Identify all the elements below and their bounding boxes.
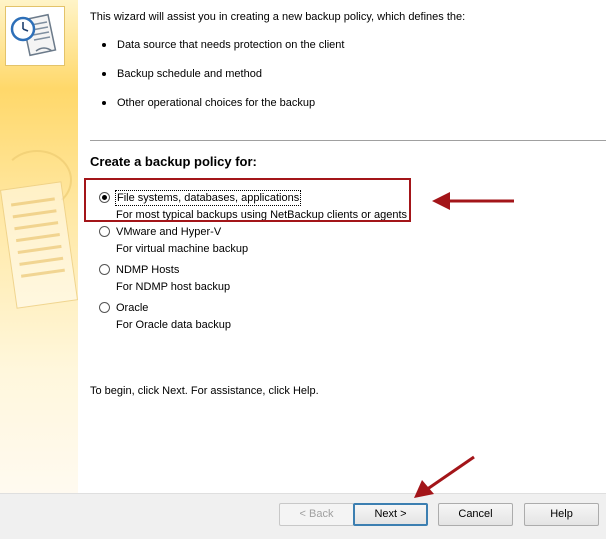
cancel-button[interactable]: Cancel [438,503,513,526]
wizard-intro-text: This wizard will assist you in creating … [90,11,466,23]
back-button[interactable]: < Back [279,503,354,526]
banner-document-graphic [0,181,78,309]
option-description: For NDMP host backup [116,281,231,293]
annotation-arrow-left-icon [432,192,514,210]
list-item: Other operational choices for the backup [102,96,344,125]
policy-document-clock-icon [5,6,65,66]
radio-ndmp-hosts[interactable] [99,264,110,275]
separator-line [90,140,606,142]
intro-bullet-list: Data source that needs protection on the… [102,38,344,125]
option-label[interactable]: VMware and Hyper-V [116,225,221,239]
radio-vmware-hyperv[interactable] [99,226,110,237]
option-description: For virtual machine backup [116,243,249,255]
annotation-arrow-down-left-icon [414,455,475,498]
radio-oracle[interactable] [99,302,110,313]
begin-instructions: To begin, click Next. For assistance, cl… [90,385,319,397]
option-label[interactable]: Oracle [116,301,148,315]
section-title: Create a backup policy for: [90,154,257,169]
annotation-highlight-box [84,178,411,222]
next-button[interactable]: Next > [353,503,428,526]
wizard-side-banner [0,0,78,493]
option-description: For Oracle data backup [116,319,231,331]
option-label[interactable]: NDMP Hosts [116,263,179,277]
help-button[interactable]: Help [524,503,599,526]
list-item: Backup schedule and method [102,67,344,96]
list-item: Data source that needs protection on the… [102,38,344,67]
